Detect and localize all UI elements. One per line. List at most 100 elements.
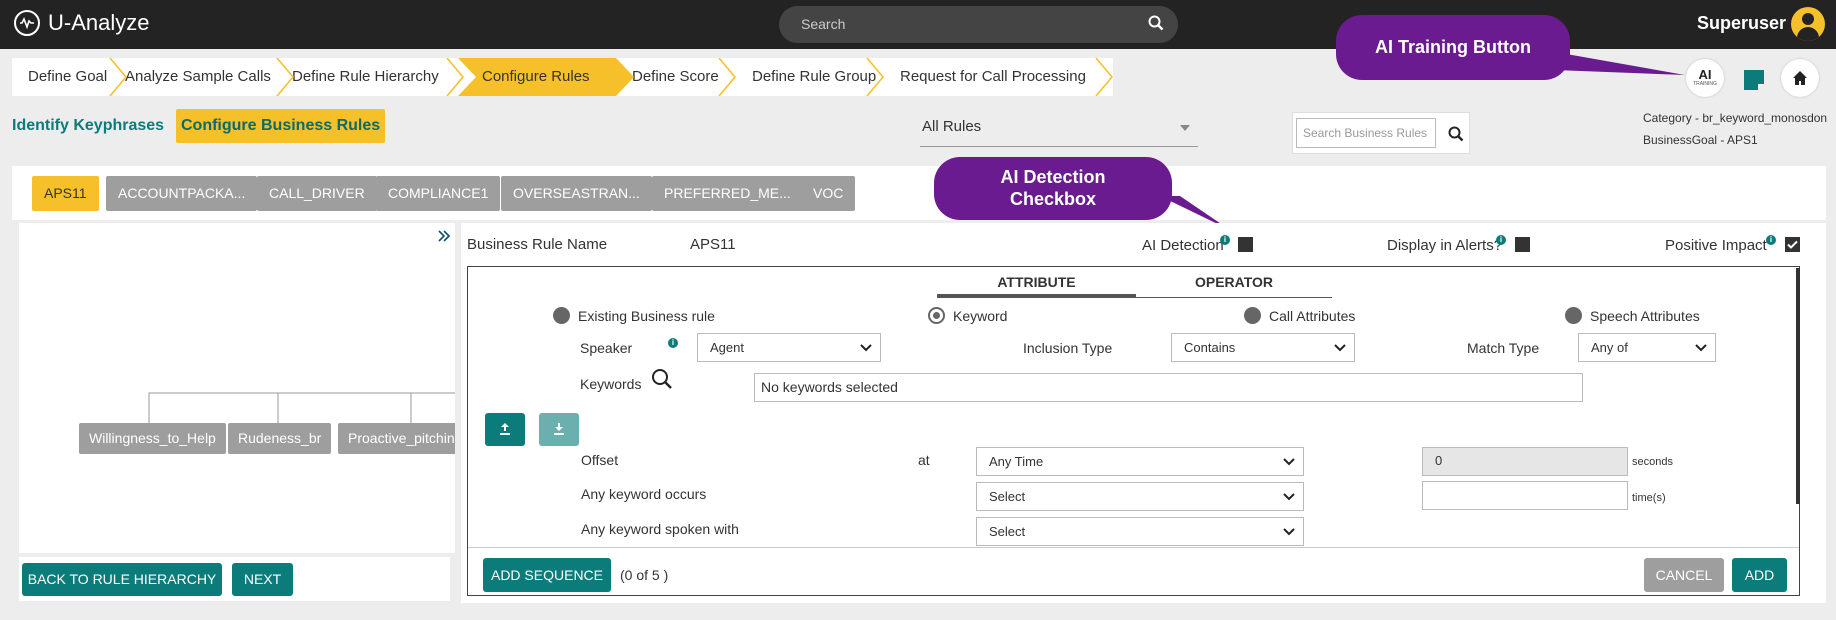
- configure-business-rules-tab[interactable]: Configure Business Rules: [176, 109, 386, 143]
- next-button[interactable]: NEXT: [232, 563, 293, 596]
- info-icon[interactable]: i: [1220, 235, 1230, 245]
- times-unit: time(s): [1632, 492, 1666, 504]
- any-keyword-spoken-with-label: Any keyword spoken with: [581, 521, 739, 537]
- inclusion-type-select[interactable]: Contains: [1171, 333, 1355, 362]
- cancel-button[interactable]: CANCEL: [1644, 558, 1724, 592]
- app-title: U-Analyze: [48, 10, 150, 35]
- call-attributes-label: Call Attributes: [1269, 308, 1356, 324]
- rules-filter-select[interactable]: All Rules: [920, 118, 1198, 147]
- any-keyword-occurs-label: Any keyword occurs: [581, 486, 707, 502]
- tab-operator[interactable]: OPERATOR: [1136, 270, 1332, 298]
- speaker-select[interactable]: Agent: [697, 333, 881, 362]
- existing-business-rule-label: Existing Business rule: [578, 308, 715, 324]
- ai-detection-label: AI Detection: [1142, 237, 1224, 254]
- seconds-unit: seconds: [1632, 456, 1673, 468]
- positive-impact-checkbox[interactable]: [1785, 237, 1800, 252]
- radio-keyword[interactable]: [928, 307, 945, 324]
- tree-node[interactable]: Proactive_pitching: [338, 423, 455, 454]
- search-icon[interactable]: [1148, 15, 1164, 31]
- tree-node[interactable]: Willingness_to_Help: [79, 423, 226, 454]
- tab-attribute[interactable]: ATTRIBUTE: [937, 270, 1136, 298]
- chevron-right-icon: [1095, 58, 1113, 96]
- callout-ai-detection: AI Detection Checkbox: [934, 157, 1172, 220]
- add-button[interactable]: ADD: [1732, 558, 1787, 592]
- tree-connectors: [148, 392, 455, 423]
- wizard-step-request-call-processing[interactable]: Request for Call Processing: [884, 58, 1113, 96]
- chip-overseastran[interactable]: OVERSEASTRAN...: [501, 176, 652, 211]
- offset-label: Offset: [581, 452, 619, 468]
- info-icon[interactable]: i: [1496, 235, 1506, 245]
- search-rules-input[interactable]: Search Business Rules: [1296, 118, 1436, 148]
- waveform-icon: [14, 10, 40, 36]
- wizard-steps: Define Goal Analyze Sample Calls Define …: [12, 58, 1113, 96]
- chip-call-driver[interactable]: CALL_DRIVER: [257, 176, 377, 211]
- search-input[interactable]: Search: [801, 16, 845, 32]
- rule-tree-panel: [19, 223, 455, 553]
- identify-keyphrases-link[interactable]: Identify Keyphrases: [12, 117, 164, 135]
- checkmark-icon: [1787, 240, 1798, 249]
- chip-preferred-me[interactable]: PREFERRED_ME...: [652, 176, 803, 211]
- info-icon[interactable]: i: [668, 338, 678, 348]
- wizard-step-analyze-sample-calls[interactable]: Analyze Sample Calls: [109, 58, 294, 96]
- home-icon: [1793, 71, 1807, 85]
- chevron-down-icon: [1283, 528, 1295, 536]
- app-logo[interactable]: U-Analyze: [14, 10, 149, 36]
- business-goal-label: BusinessGoal - APS1: [1643, 133, 1758, 147]
- wizard-step-define-rule-hierarchy[interactable]: Define Rule Hierarchy: [276, 58, 464, 96]
- ai-detection-checkbox[interactable]: [1238, 237, 1253, 252]
- category-label: Category - br_keyword_monosdon: [1643, 111, 1828, 125]
- global-search[interactable]: Search: [779, 6, 1178, 43]
- chevron-right-icon: [276, 58, 294, 96]
- keywords-input[interactable]: No keywords selected: [754, 373, 1583, 402]
- business-rule-name-value: APS11: [690, 236, 736, 253]
- chevron-right-icon: [109, 58, 127, 96]
- chevron-right-icon: [446, 58, 464, 96]
- display-in-alerts-label: Display in Alerts?: [1387, 237, 1503, 254]
- occurs-select[interactable]: Select: [976, 482, 1304, 511]
- keyword-search-icon[interactable]: [651, 368, 673, 390]
- spoken-with-select[interactable]: Select: [976, 517, 1304, 546]
- display-in-alerts-checkbox[interactable]: [1515, 237, 1530, 252]
- offset-select[interactable]: Any Time: [976, 447, 1304, 476]
- radio-speech-attributes[interactable]: [1565, 307, 1582, 324]
- chip-aps11[interactable]: APS11: [32, 176, 99, 211]
- wizard-step-configure-rules[interactable]: Configure Rules: [458, 58, 634, 96]
- search-icon[interactable]: [1448, 126, 1464, 142]
- avatar[interactable]: [1791, 7, 1825, 41]
- keyword-label: Keyword: [953, 308, 1008, 324]
- radio-existing-business-rule[interactable]: [553, 307, 570, 324]
- back-to-rule-hierarchy-button[interactable]: BACK TO RULE HIERARCHY: [22, 563, 222, 596]
- chip-accountpacka[interactable]: ACCOUNTPACKA...: [106, 176, 258, 211]
- radio-call-attributes[interactable]: [1244, 307, 1261, 324]
- double-chevron-right-icon[interactable]: [437, 229, 451, 243]
- occurs-times-input[interactable]: [1422, 481, 1628, 510]
- speech-attributes-label: Speech Attributes: [1590, 308, 1700, 324]
- chevron-down-icon: [1695, 344, 1707, 352]
- caret-down-icon: [1180, 125, 1190, 131]
- chip-voc[interactable]: VOC: [801, 176, 856, 211]
- speaker-label: Speaker: [580, 340, 633, 356]
- chip-compliance1[interactable]: COMPLIANCE1: [376, 176, 501, 211]
- download-button[interactable]: [539, 413, 579, 446]
- match-type-label: Match Type: [1467, 340, 1540, 356]
- search-rules-box: Search Business Rules: [1292, 112, 1470, 154]
- positive-impact-label: Positive Impact: [1665, 237, 1767, 254]
- sequence-count: (0 of 5 ): [620, 567, 669, 583]
- chevron-right-icon: [866, 58, 884, 96]
- sticky-note-icon[interactable]: [1742, 68, 1766, 92]
- inclusion-type-label: Inclusion Type: [1023, 340, 1113, 356]
- user-name[interactable]: Superuser: [1697, 13, 1786, 34]
- home-button[interactable]: [1781, 59, 1819, 97]
- business-rule-name-label: Business Rule Name: [467, 236, 608, 253]
- add-sequence-button[interactable]: ADD SEQUENCE: [483, 558, 611, 592]
- offset-seconds-input[interactable]: 0: [1422, 447, 1628, 476]
- chevron-down-icon: [1334, 344, 1346, 352]
- tree-node[interactable]: Rudeness_br: [228, 423, 332, 454]
- chevron-down-icon: [1283, 458, 1295, 466]
- info-icon[interactable]: i: [1766, 235, 1776, 245]
- match-type-select[interactable]: Any of: [1578, 333, 1716, 362]
- scrollbar[interactable]: [1796, 268, 1800, 504]
- upload-button[interactable]: [485, 413, 525, 446]
- keywords-label: Keywords: [580, 376, 642, 392]
- download-icon: [554, 423, 564, 435]
